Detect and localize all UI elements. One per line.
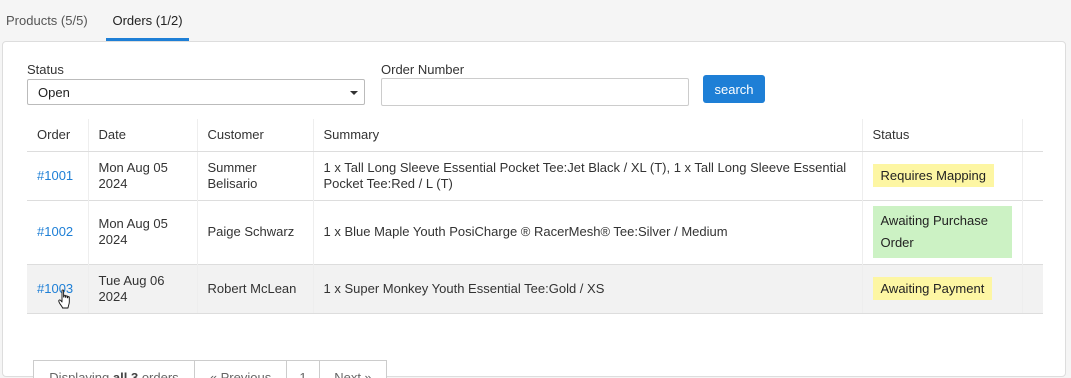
date-cell: Tue Aug 06 2024 <box>88 263 198 314</box>
status-cell: Requires Mapping <box>862 150 1023 200</box>
column-header-customer[interactable]: Customer <box>197 119 314 152</box>
chevron-down-icon <box>350 91 358 95</box>
next-page-button[interactable]: Next » <box>319 360 387 378</box>
status-filter-label: Status <box>27 62 64 77</box>
orders-table: Order Date Customer Summary Status #1001… <box>27 119 1043 314</box>
column-header-status[interactable]: Status <box>862 119 1023 152</box>
pagination-info-suffix: orders <box>141 370 179 378</box>
blank-cell <box>1022 263 1043 314</box>
summary-cell: 1 x Tall Long Sleeve Essential Pocket Te… <box>313 150 863 200</box>
pagination-info: Displaying all 3 orders <box>33 360 195 378</box>
blank-cell <box>1022 150 1043 200</box>
status-badge: Awaiting Payment <box>872 277 993 300</box>
pagination-info-count: all 3 <box>112 370 139 378</box>
order-number-input[interactable] <box>381 78 689 106</box>
status-select-value: Open <box>38 85 70 100</box>
pagination: Displaying all 3 orders « Previous 1 Nex… <box>33 360 387 378</box>
customer-cell: Summer Belisario <box>197 150 314 200</box>
customer-cell: Paige Schwarz <box>197 199 314 264</box>
status-cell: Awaiting Purchase Order <box>862 199 1023 264</box>
tab-products[interactable]: Products (5/5) <box>6 0 98 41</box>
date-cell: Mon Aug 05 2024 <box>88 150 198 200</box>
orders-panel: Status Open Order Number search Order Da… <box>2 41 1066 378</box>
status-badge: Awaiting Purchase Order <box>872 206 1012 258</box>
customer-cell: Robert McLean <box>197 263 314 314</box>
tab-orders[interactable]: Orders (1/2) <box>106 0 189 41</box>
order-cell: #1003 <box>27 263 89 314</box>
order-link[interactable]: #1002 <box>37 224 73 239</box>
column-header-summary[interactable]: Summary <box>313 119 863 152</box>
column-header-date[interactable]: Date <box>88 119 198 152</box>
table-row[interactable]: #1001 Mon Aug 05 2024 Summer Belisario 1… <box>27 150 1043 200</box>
column-header-blank <box>1022 119 1043 152</box>
order-cell: #1002 <box>27 199 89 264</box>
order-cell: #1001 <box>27 150 89 200</box>
column-header-order[interactable]: Order <box>27 119 89 152</box>
table-row[interactable]: #1003 Tue Aug 06 2024 Robert McLean 1 x … <box>27 263 1043 314</box>
pagination-info-prefix: Displaying <box>49 370 110 378</box>
order-link[interactable]: #1003 <box>37 281 73 296</box>
order-number-label: Order Number <box>381 62 465 77</box>
table-row[interactable]: #1002 Mon Aug 05 2024 Paige Schwarz 1 x … <box>27 199 1043 264</box>
filter-bar: Status Open Order Number search <box>27 60 1043 106</box>
date-cell: Mon Aug 05 2024 <box>88 199 198 264</box>
status-select[interactable]: Open <box>27 79 365 105</box>
tab-bar: Products (5/5) Orders (1/2) <box>0 0 1071 41</box>
summary-cell: 1 x Super Monkey Youth Essential Tee:Gol… <box>313 263 863 314</box>
table-header-row: Order Date Customer Summary Status <box>27 119 1043 152</box>
page-1-button[interactable]: 1 <box>286 360 320 378</box>
summary-cell: 1 x Blue Maple Youth PosiCharge ® RacerM… <box>313 199 863 264</box>
order-link[interactable]: #1001 <box>37 168 73 183</box>
search-button[interactable]: search <box>703 75 765 103</box>
status-cell: Awaiting Payment <box>862 263 1023 314</box>
status-badge: Requires Mapping <box>872 164 995 187</box>
blank-cell <box>1022 199 1043 264</box>
previous-page-button[interactable]: « Previous <box>194 360 287 378</box>
